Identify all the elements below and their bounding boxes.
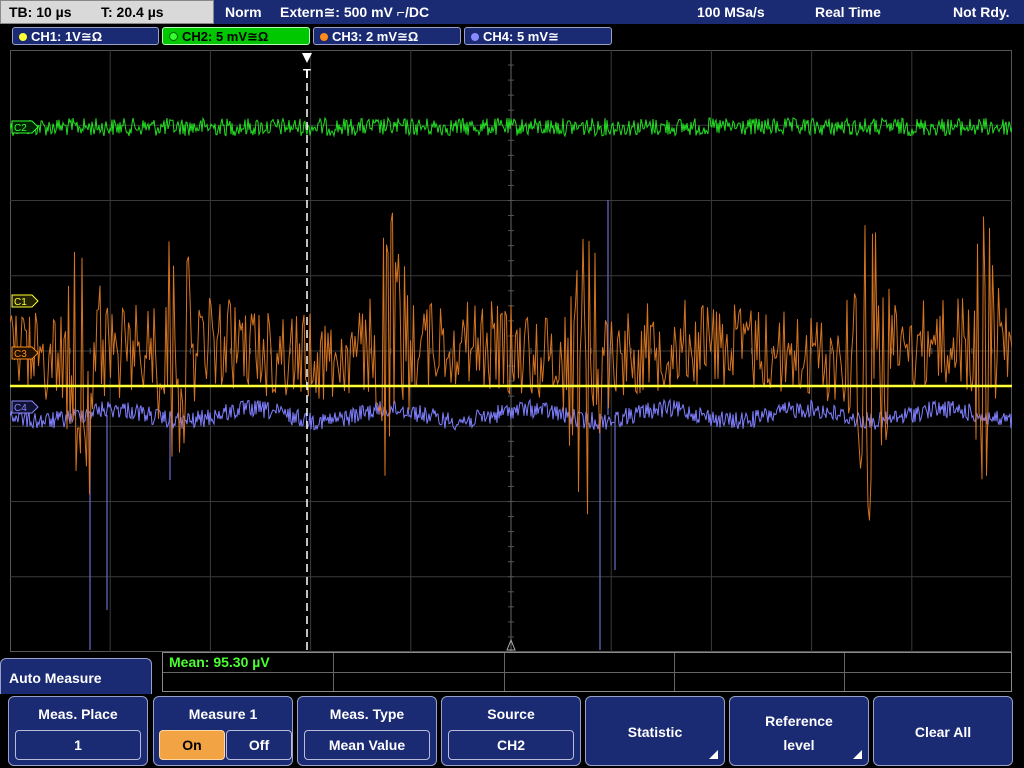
waveform-display[interactable]: T C2 C1 C3 C4 bbox=[10, 50, 1012, 652]
submenu-arrow-icon bbox=[709, 750, 718, 759]
acquisition-mode[interactable]: Norm bbox=[225, 0, 262, 24]
trigger-status: Not Rdy. bbox=[953, 4, 1010, 20]
trigger-marker-label: T bbox=[303, 66, 311, 81]
measure1-on-button[interactable]: On bbox=[159, 730, 225, 760]
source-value[interactable]: CH2 bbox=[448, 730, 574, 760]
clear-all-softkey[interactable]: Clear All bbox=[873, 696, 1013, 766]
measure1-title: Measure 1 bbox=[188, 706, 258, 722]
statistic-label: Statistic bbox=[627, 724, 683, 740]
channel-bar: CH1: 1V≅Ω CH2: 5 mV≅Ω CH3: 2 mV≅Ω CH4: 5… bbox=[0, 24, 1024, 48]
reference-label-line1: Reference bbox=[765, 713, 833, 729]
sample-rate: 100 MSa/s bbox=[697, 4, 765, 20]
ch4-label: CH4: 5 mV≅ bbox=[483, 29, 559, 44]
meas-place-softkey[interactable]: Meas. Place 1 bbox=[8, 696, 148, 766]
meas-type-softkey[interactable]: Meas. Type Mean Value bbox=[297, 696, 437, 766]
channel-tab-ch1[interactable]: CH1: 1V≅Ω bbox=[12, 27, 159, 45]
ch2-color-dot bbox=[169, 32, 178, 41]
ch3-label: CH3: 2 mV≅Ω bbox=[332, 29, 419, 44]
meas-place-title: Meas. Place bbox=[38, 706, 118, 722]
status-bar: TB: 10 µs T: 20.4 µs Norm Extern≅: 500 m… bbox=[0, 0, 1024, 24]
channel-tab-ch2[interactable]: CH2: 5 mV≅Ω bbox=[162, 27, 310, 45]
meas-place-value[interactable]: 1 bbox=[15, 730, 141, 760]
channel-tab-ch3[interactable]: CH3: 2 mV≅Ω bbox=[313, 27, 461, 45]
meas-type-value[interactable]: Mean Value bbox=[304, 730, 430, 760]
ch1-offset-marker[interactable]: C1 bbox=[11, 294, 39, 308]
graticule bbox=[10, 50, 1012, 652]
submenu-arrow-icon bbox=[853, 750, 862, 759]
softkey-bar: Meas. Place 1 Measure 1 On Off Meas. Typ… bbox=[0, 694, 1024, 768]
measurement-row bbox=[163, 653, 1011, 673]
measure1-softkey[interactable]: Measure 1 On Off bbox=[153, 696, 293, 766]
ch2-offset-marker[interactable]: C2 bbox=[11, 120, 39, 134]
menu-title: Auto Measure bbox=[0, 658, 152, 698]
ch2-label: CH2: 5 mV≅Ω bbox=[182, 29, 269, 44]
trigger-time-label: T: 20.4 µs bbox=[101, 4, 164, 20]
trigger-source[interactable]: Extern≅: 500 mV ⌐/DC bbox=[280, 0, 429, 24]
measure1-off-button[interactable]: Off bbox=[226, 730, 292, 760]
svg-text:C4: C4 bbox=[14, 403, 27, 414]
source-title: Source bbox=[487, 706, 535, 722]
ch4-color-dot bbox=[471, 33, 479, 41]
source-softkey[interactable]: Source CH2 bbox=[441, 696, 581, 766]
acquisition-type: Real Time bbox=[815, 4, 881, 20]
svg-text:C1: C1 bbox=[14, 297, 27, 308]
reference-level-softkey[interactable]: Reference level bbox=[729, 696, 869, 766]
clear-all-label: Clear All bbox=[914, 724, 972, 740]
reference-label-line2: level bbox=[783, 737, 815, 753]
channel-tab-ch4[interactable]: CH4: 5 mV≅ bbox=[464, 27, 612, 45]
meas-type-title: Meas. Type bbox=[329, 706, 405, 722]
ch3-color-dot bbox=[320, 33, 328, 41]
ch4-offset-marker[interactable]: C4 bbox=[11, 400, 39, 414]
measurement-readout: Mean: 95.30 µV bbox=[169, 654, 270, 670]
measurement-table: Mean: 95.30 µV bbox=[162, 652, 1012, 692]
timebase-box[interactable]: TB: 10 µs T: 20.4 µs bbox=[0, 0, 214, 24]
statistic-softkey[interactable]: Statistic bbox=[585, 696, 725, 766]
ch1-label: CH1: 1V≅Ω bbox=[31, 29, 103, 44]
svg-text:C2: C2 bbox=[14, 123, 27, 134]
timebase-label: TB: 10 µs bbox=[9, 4, 72, 20]
svg-text:C3: C3 bbox=[14, 349, 27, 360]
ch1-color-dot bbox=[19, 33, 27, 41]
